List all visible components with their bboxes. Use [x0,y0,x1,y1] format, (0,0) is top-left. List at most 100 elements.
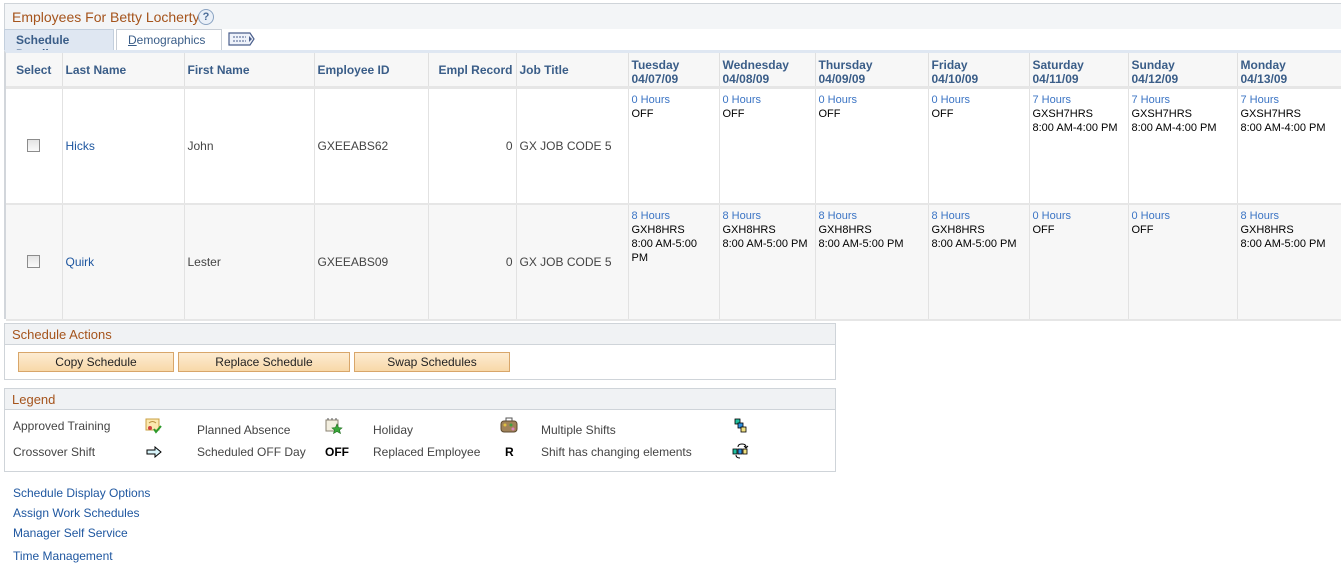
hours-link[interactable]: 0 Hours [723,93,812,107]
last-name-cell: Hicks [62,87,185,205]
approved-training-icon [145,418,162,434]
time-management-link[interactable]: Time Management [13,549,150,569]
page-title: Employees For Betty Locherty [12,9,200,25]
tab-schedule-detail[interactable]: Schedule Detail [4,29,114,61]
holiday-icon [500,417,518,433]
day-date: 04/07/09 [631,72,679,86]
shift-code: GXH8HRS [818,223,872,236]
empl-record-cell: 0 [428,87,517,205]
employee-link[interactable]: Quirk [66,255,95,269]
select-checkbox[interactable] [27,139,41,153]
last-name-cell: Quirk [62,203,185,321]
shift-time: 8:00 AM-5:00 PM [818,237,904,250]
day-date: 04/10/09 [931,72,979,86]
col-header-select: Select [6,53,63,89]
hours-link[interactable]: 0 Hours [819,93,925,107]
schedule-cell: 0 Hours OFF [1128,203,1238,321]
shift-time: 8:00 AM-4:00 PM [1240,122,1326,134]
hours-link[interactable]: 0 Hours [1132,209,1234,223]
day-name: Friday [931,58,968,72]
day-date: 04/11/09 [1032,72,1079,86]
schedule-cell: 8 Hours GXH8HRS 8:00 AM-5:00 PM [628,203,720,321]
employee-id-cell: GXEEABS09 [314,203,429,321]
manager-self-service-link[interactable]: Manager Self Service [13,526,150,549]
hours-link[interactable]: 8 Hours [723,209,812,223]
shift-code: GXSH7HRS [1032,108,1094,120]
shift-time: 8:00 AM-4:00 PM [1131,122,1217,134]
shift-code: GXH8HRS [1240,223,1294,236]
schedule-cell: 0 Hours OFF [928,87,1030,205]
col-header-employee-id[interactable]: Employee ID [314,53,429,89]
hours-link[interactable]: 0 Hours [1033,209,1125,223]
col-header-empl-record[interactable]: Empl Record [428,53,517,89]
section-title: Legend [5,389,835,410]
shift-code: OFF [631,108,654,120]
select-cell [6,203,63,321]
hours-link[interactable]: 7 Hours [1033,93,1125,107]
copy-schedule-button[interactable]: Copy Schedule [18,352,174,372]
shift-time: 8:00 AM-5:00 PM [631,237,697,264]
legend-label: Planned Absence [197,423,291,437]
job-title-cell: GX JOB CODE 5 [516,87,629,205]
help-icon[interactable]: ? [198,9,214,25]
hours-link[interactable]: 7 Hours [1132,93,1234,107]
table-row: Hicks John GXEEABS62 0 GX JOB CODE 5 0 H… [6,87,1341,205]
job-title-cell: GX JOB CODE 5 [516,203,629,321]
day-date: 04/08/09 [722,72,770,86]
col-header-first-name[interactable]: First Name [184,53,315,89]
day-date: 04/12/09 [1131,72,1179,86]
col-header-day: Thursday 04/09/09 [815,53,929,89]
day-name: Saturday [1032,58,1084,72]
schedule-cell: 0 Hours OFF [719,87,816,205]
schedule-actions-section: Schedule Actions Copy Schedule Replace S… [4,323,836,380]
day-date: 04/13/09 [1240,72,1288,86]
assign-work-schedules-link[interactable]: Assign Work Schedules [13,506,150,526]
legend-label: Replaced Employee [373,445,481,459]
hours-link[interactable]: 0 Hours [932,93,1026,107]
legend-section: Legend Approved Training Planned Absence… [4,388,836,472]
legend-label: Holiday [373,423,414,437]
hours-link[interactable]: 8 Hours [1241,209,1340,223]
table-row: Quirk Lester GXEEABS09 0 GX JOB CODE 5 8… [6,203,1341,321]
schedule-display-options-link[interactable]: Schedule Display Options [13,486,150,506]
tab-demographics[interactable]: Demographics [116,29,222,50]
schedule-cell: 0 Hours OFF [815,87,929,205]
employee-link[interactable]: Hicks [66,139,95,153]
col-header-day: Monday 04/13/09 [1237,53,1341,89]
day-name: Wednesday [722,58,789,72]
crossover-arrow-icon [146,446,162,458]
changing-elements-icon [732,443,749,459]
multiple-shifts-icon [734,418,747,433]
day-name: Monday [1240,58,1286,72]
select-checkbox[interactable] [27,255,41,268]
col-header-job-title[interactable]: Job Title [516,53,629,89]
replace-schedule-button[interactable]: Replace Schedule [178,352,350,372]
schedule-cell: 0 Hours OFF [1029,203,1129,321]
shift-time: 8:00 AM-4:00 PM [1032,122,1118,134]
off-day-symbol: OFF [325,445,349,459]
hours-link[interactable]: 0 Hours [632,93,716,107]
section-title: Schedule Actions [5,324,835,345]
shift-code: GXH8HRS [722,223,776,236]
hours-link[interactable]: 8 Hours [932,209,1026,223]
replaced-employee-symbol: R [505,445,514,459]
schedule-cell: 8 Hours GXH8HRS 8:00 AM-5:00 PM [719,203,816,321]
hours-link[interactable]: 8 Hours [819,209,925,223]
show-all-columns-icon[interactable] [228,32,256,46]
hours-link[interactable]: 7 Hours [1241,93,1340,107]
related-links: Schedule Display Options Assign Work Sch… [13,486,150,569]
empl-record-cell: 0 [428,203,517,321]
shift-time: 8:00 AM-5:00 PM [722,237,808,250]
shift-time: 8:00 AM-5:00 PM [931,237,1017,250]
col-header-day: Wednesday 04/08/09 [719,53,816,89]
shift-code: OFF [931,108,954,120]
employee-schedule-grid: Select Last Name First Name Employee ID … [4,50,1341,321]
legend-label: Scheduled OFF Day [197,445,306,459]
col-header-day: Friday 04/10/09 [928,53,1030,89]
col-header-last-name[interactable]: Last Name [62,53,185,89]
col-header-day: Saturday 04/11/09 [1029,53,1129,89]
day-date: 04/09/09 [818,72,866,86]
swap-schedules-button[interactable]: Swap Schedules [354,352,510,372]
hours-link[interactable]: 8 Hours [632,209,716,223]
shift-code: GXSH7HRS [1240,108,1302,120]
